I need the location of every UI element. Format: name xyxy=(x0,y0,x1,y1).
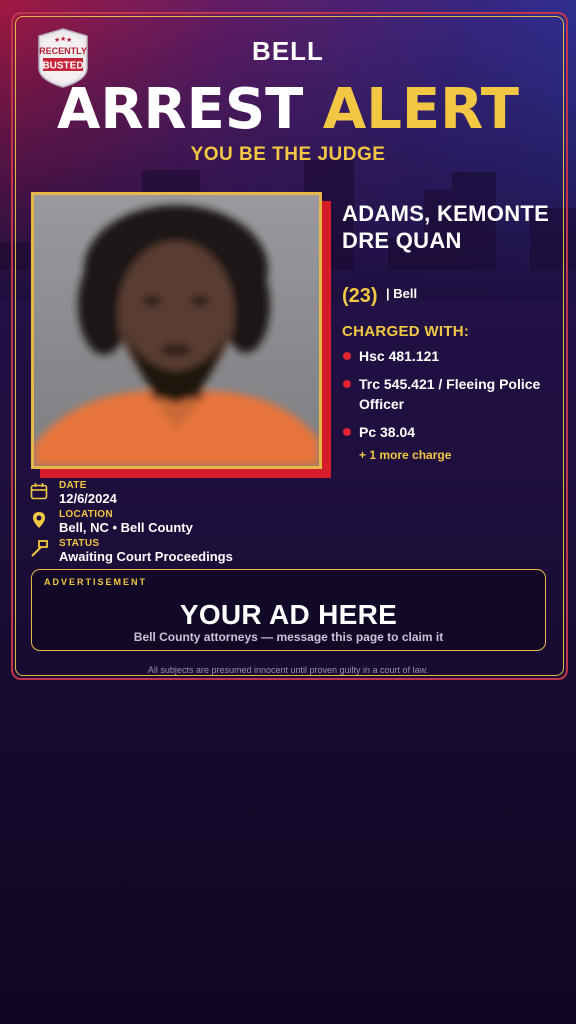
more-charges-link[interactable]: + 1 more charge xyxy=(359,448,451,462)
tagline: YOU BE THE JUDGE xyxy=(190,144,386,165)
title-word-arrest: ARREST xyxy=(57,77,304,142)
bullet-dot xyxy=(343,428,351,436)
charge-text: Pc 38.04 xyxy=(359,424,416,440)
ad-label: ADVERTISEMENT xyxy=(44,577,148,587)
charges-list: Hsc 481.121 Trc 545.421 / Fleeing Police… xyxy=(342,346,562,450)
page-title: ARREST ALERT xyxy=(0,82,576,138)
charge-item: Hsc 481.121 xyxy=(342,346,562,366)
gavel-icon xyxy=(31,540,48,557)
status-label: STATUS xyxy=(59,538,100,549)
mugshot-image xyxy=(34,195,319,466)
person-city: | Bell xyxy=(386,286,418,301)
location-heading: BELL xyxy=(252,36,324,66)
title-word-alert: ALERT xyxy=(322,77,519,142)
location-value: Bell, NC • Bell County xyxy=(59,520,193,535)
charge-text: Trc 545.421 / Fleeing Police Officer xyxy=(359,376,541,412)
charge-text: Hsc 481.121 xyxy=(359,348,440,364)
bullet-dot xyxy=(343,352,351,360)
person-name: ADAMS, KEMONTE DRE QUAN xyxy=(342,201,550,253)
date-value: 12/6/2024 xyxy=(59,491,117,506)
location-label: LOCATION xyxy=(59,509,113,520)
calendar-icon xyxy=(30,483,48,500)
ad-subtitle: Bell County attorneys — message this pag… xyxy=(133,630,444,644)
bullet-dot xyxy=(343,380,351,388)
location-pin-icon xyxy=(33,512,45,528)
person-age: (23) xyxy=(342,285,378,307)
advertisement-box[interactable]: ADVERTISEMENT YOUR AD HERE Bell County a… xyxy=(31,569,546,651)
ad-title: YOUR AD HERE xyxy=(179,599,398,630)
age-city-row: (23) | Bell xyxy=(342,285,417,308)
mugshot-photo xyxy=(31,192,322,469)
charged-with-label: CHARGED WITH: xyxy=(342,323,470,340)
charge-item: Pc 38.04 xyxy=(342,422,562,442)
charge-item: Trc 545.421 / Fleeing Police Officer xyxy=(342,374,562,414)
disclaimer: All subjects are presumed innocent until… xyxy=(147,665,429,675)
status-value: Awaiting Court Proceedings xyxy=(59,549,233,564)
date-label: DATE xyxy=(59,480,87,491)
